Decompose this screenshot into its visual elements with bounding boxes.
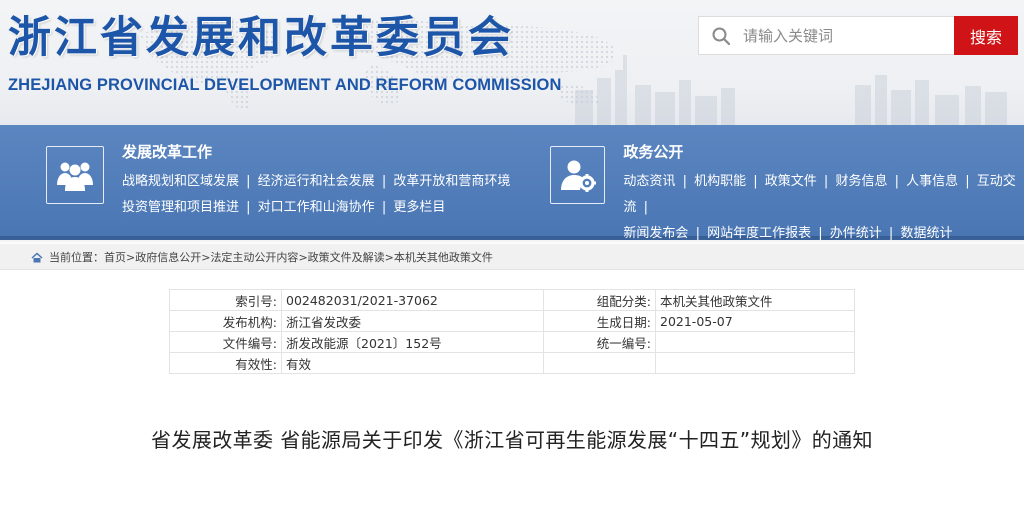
nav-link[interactable]: 对口工作和山海协作	[258, 200, 375, 215]
site-header: 浙江省发展和改革委员会 ZHEJIANG PROVINCIAL DEVELOPM…	[0, 0, 1024, 125]
table-row: 索引号: 002482031/2021-37062 组配分类: 本机关其他政策文…	[169, 289, 855, 311]
meta-label	[543, 352, 656, 374]
article-title: 省发展改革委 省能源局关于印发《浙江省可再生能源发展“十四五”规划》的通知	[151, 428, 873, 452]
nav-line: 动态资讯 | 机构职能 | 政策文件 | 财务信息 | 人事信息 | 互动交流 …	[623, 174, 1016, 215]
table-row: 发布机构: 浙江省发改委 生成日期: 2021-05-07	[169, 310, 855, 332]
nav-heading-government-affairs[interactable]: 政务公开	[623, 142, 1024, 162]
meta-label: 统一编号:	[543, 331, 656, 353]
nav-link[interactable]: 经济运行和社会发展	[258, 174, 375, 189]
main-nav-band: 发展改革工作 战略规划和区域发展 | 经济运行和社会发展 | 改革开放和营商环境…	[0, 125, 1024, 244]
meta-value: 有效	[281, 352, 544, 374]
meta-label: 发布机构:	[169, 310, 282, 332]
nav-line: 投资管理和项目推进 | 对口工作和山海协作 | 更多栏目	[122, 200, 446, 215]
table-row: 文件编号: 浙发改能源〔2021〕152号 统一编号:	[169, 331, 855, 353]
meta-value	[655, 331, 855, 353]
nav-link[interactable]: 网站年度工作报表	[707, 226, 811, 241]
nav-link[interactable]: 政策文件	[765, 174, 817, 189]
meta-value: 2021-05-07	[655, 310, 855, 332]
breadcrumb-link-current[interactable]: 本机关其他政策文件	[394, 249, 493, 265]
nav-link[interactable]: 改革开放和营商环境	[393, 174, 510, 189]
nav-link[interactable]: 机构职能	[694, 174, 746, 189]
people-group-icon	[46, 146, 104, 204]
search-button[interactable]: 搜索	[954, 16, 1018, 55]
meta-label: 有效性:	[169, 352, 282, 374]
nav-links-government-affairs: 动态资讯 | 机构职能 | 政策文件 | 财务信息 | 人事信息 | 互动交流 …	[623, 169, 1024, 247]
site-title-chinese: 浙江省发展和改革委员会	[8, 13, 514, 63]
site-title-english: ZHEJIANG PROVINCIAL DEVELOPMENT AND REFO…	[8, 76, 562, 94]
person-gear-icon	[550, 146, 606, 204]
meta-value: 002482031/2021-37062	[281, 289, 544, 311]
nav-link[interactable]: 战略规划和区域发展	[122, 174, 239, 189]
meta-value	[655, 352, 855, 374]
nav-link[interactable]: 办件统计	[830, 226, 882, 241]
breadcrumb-link-home[interactable]: 首页	[104, 249, 126, 265]
nav-links-development-reform: 战略规划和区域发展 | 经济运行和社会发展 | 改革开放和营商环境 投资管理和项…	[122, 169, 510, 221]
nav-heading-development-reform[interactable]: 发展改革工作	[122, 142, 510, 162]
meta-value: 浙发改能源〔2021〕152号	[281, 331, 544, 353]
nav-link[interactable]: 投资管理和项目推进	[122, 200, 239, 215]
document-meta-table: 索引号: 002482031/2021-37062 组配分类: 本机关其他政策文…	[169, 289, 855, 374]
table-row: 有效性: 有效	[169, 352, 855, 374]
meta-label: 组配分类:	[543, 289, 656, 311]
nav-link[interactable]: 动态资讯	[623, 174, 675, 189]
breadcrumb-link[interactable]: 政策文件及解读	[308, 249, 385, 265]
search-box	[698, 16, 954, 55]
meta-label: 生成日期:	[543, 310, 656, 332]
nav-group-development-reform: 发展改革工作 战略规划和区域发展 | 经济运行和社会发展 | 改革开放和营商环境…	[46, 142, 510, 221]
search-icon	[699, 16, 743, 55]
breadcrumb-prefix: 当前位置：	[49, 251, 104, 264]
breadcrumb-link[interactable]: 法定主动公开内容	[210, 249, 298, 265]
nav-link[interactable]: 更多栏目	[393, 200, 445, 215]
nav-line: 战略规划和区域发展 | 经济运行和社会发展 | 改革开放和营商环境	[122, 174, 511, 189]
nav-group-government-affairs: 政务公开 动态资讯 | 机构职能 | 政策文件 | 财务信息 | 人事信息 | …	[550, 142, 1024, 247]
search-input[interactable]	[743, 17, 943, 54]
meta-label: 文件编号:	[169, 331, 282, 353]
nav-link[interactable]: 新闻发布会	[623, 226, 688, 241]
nav-group-text: 政务公开 动态资讯 | 机构职能 | 政策文件 | 财务信息 | 人事信息 | …	[623, 142, 1024, 247]
meta-value: 浙江省发改委	[281, 310, 544, 332]
nav-link[interactable]: 数据统计	[900, 226, 952, 241]
breadcrumb-bar: 当前位置： 首页 > 政府信息公开 > 法定主动公开内容 > 政策文件及解读 > 本机关…	[0, 244, 1024, 270]
nav-link[interactable]: 人事信息	[906, 174, 958, 189]
meta-label: 索引号:	[169, 289, 282, 311]
meta-value: 本机关其他政策文件	[655, 289, 855, 311]
nav-link[interactable]: 财务信息	[835, 174, 887, 189]
breadcrumb: 当前位置： 首页 > 政府信息公开 > 法定主动公开内容 > 政策文件及解读 > 本机关…	[31, 244, 493, 270]
home-icon	[31, 251, 43, 263]
nav-group-text: 发展改革工作 战略规划和区域发展 | 经济运行和社会发展 | 改革开放和营商环境…	[122, 142, 510, 221]
breadcrumb-link[interactable]: 政府信息公开	[135, 249, 201, 265]
